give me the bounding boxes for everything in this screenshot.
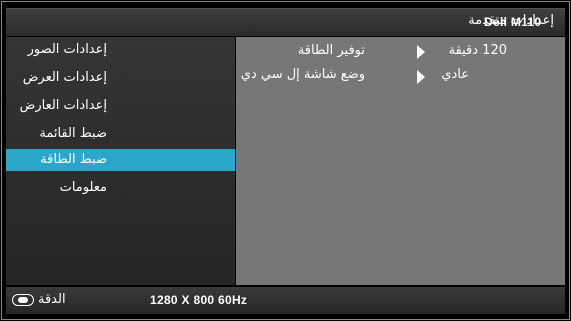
projector-model: Dell M110 <box>484 15 542 29</box>
power-saving-label: توفير الطاقة <box>297 43 365 58</box>
resolution-value: 1280 X 800 60Hz <box>150 293 248 307</box>
lcd-mode-value[interactable]: عادي <box>441 67 469 82</box>
menu-sidebar: إعدادات الصور إعدادات العرض إعدادات العا… <box>6 37 235 285</box>
status-bar: الدقة 1280 X 800 60Hz <box>6 287 565 314</box>
menu-item-label: إعدادات الصور <box>27 42 107 57</box>
power-saving-value[interactable]: 120 دقيقة <box>449 43 507 58</box>
resolution-label: الدقة <box>38 292 66 307</box>
menu-item-projector-settings[interactable]: إعدادات العارض <box>6 95 235 117</box>
menu-item-power-settings[interactable]: ضبط الطاقة <box>6 149 235 171</box>
menu-item-label: إعدادات العرض <box>22 70 107 85</box>
menu-item-menu-settings[interactable]: ضبط القائمة <box>6 123 235 145</box>
settings-panel: توفير الطاقة 120 دقيقة وضع شاشة إل سي دي… <box>236 37 565 285</box>
menu-item-display-settings[interactable]: إعدادات العرض <box>6 67 235 89</box>
menu-item-image-settings[interactable]: إعدادات الصور <box>6 39 235 61</box>
menu-item-label: معلومات <box>59 180 107 195</box>
lcd-mode-label: وضع شاشة إل سي دي <box>240 67 365 82</box>
menu-item-label: إعدادات العارض <box>19 98 107 113</box>
menu-item-information[interactable]: معلومات <box>6 177 235 199</box>
menu-item-label: ضبط القائمة <box>39 126 107 141</box>
arrow-right-icon[interactable] <box>417 45 425 59</box>
osd-header: إعدادات متقدمة Dell M110 <box>6 8 565 36</box>
arrow-right-icon[interactable] <box>417 70 425 84</box>
menu-item-label: ضبط الطاقة <box>40 152 107 167</box>
input-source-icon <box>12 294 34 306</box>
